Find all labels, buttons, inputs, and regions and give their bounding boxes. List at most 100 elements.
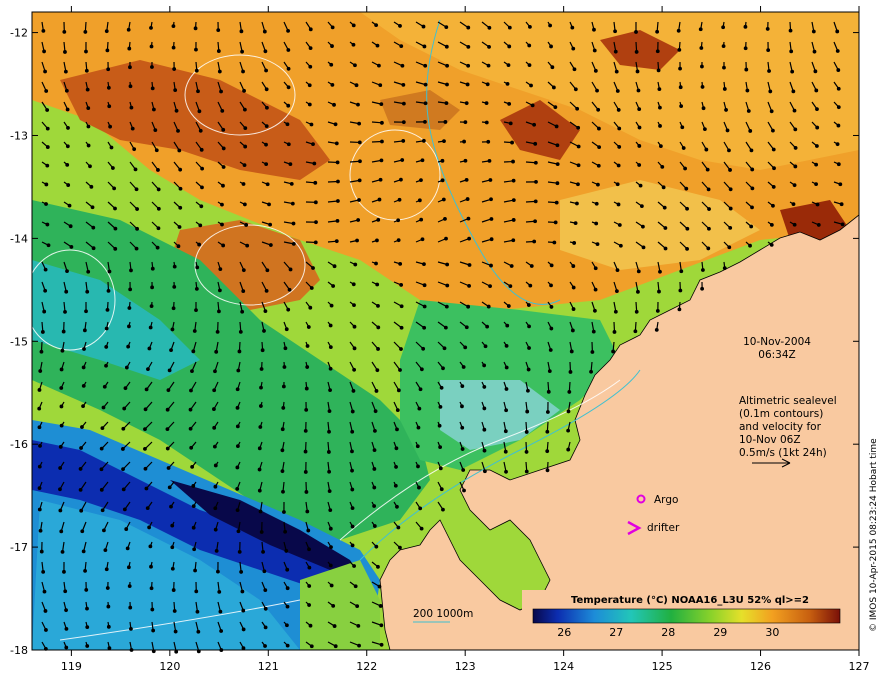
velocity-arrow-head (660, 164, 665, 169)
velocity-arrow-head (188, 407, 193, 412)
velocity-arrow-head (507, 25, 512, 30)
velocity-arrow-head (37, 507, 42, 512)
velocity-arrow-head (122, 406, 127, 411)
velocity-arrow-head (197, 109, 202, 114)
velocity-arrow-head (190, 369, 194, 374)
velocity-arrow-head (332, 624, 337, 628)
velocity-arrow-head (350, 429, 355, 434)
argo-label: Argo (654, 494, 678, 506)
velocity-arrow-head (81, 365, 86, 370)
velocity-arrow-head (395, 427, 399, 432)
velocity-arrow-head (281, 384, 286, 389)
velocity-arrow-head (443, 120, 448, 124)
velocity-arrow-head (286, 66, 291, 71)
velocity-arrow-head (327, 429, 331, 434)
velocity-arrow-head (189, 445, 194, 450)
velocity-arrow-head (423, 119, 427, 124)
velocity-arrow-head (311, 266, 315, 270)
velocity-arrow-head (65, 269, 69, 274)
velocity-arrow-head (545, 449, 550, 454)
velocity-arrow-head (440, 158, 445, 163)
velocity-arrow-head (199, 204, 204, 209)
velocity-arrow-head (38, 443, 42, 448)
velocity-arrow-head (171, 306, 176, 311)
velocity-arrow-head (170, 566, 175, 571)
velocity-arrow-head (728, 187, 733, 192)
velocity-arrow-head (305, 509, 310, 514)
velocity-arrow-head (504, 343, 509, 348)
velocity-arrow-head (81, 549, 86, 554)
velocity-arrow-head (191, 504, 196, 509)
velocity-arrow-head (420, 158, 425, 163)
velocity-arrow-head (286, 28, 290, 33)
velocity-arrow-head (554, 200, 559, 205)
velocity-arrow-head (530, 103, 535, 108)
velocity-arrow-head (100, 508, 105, 513)
velocity-arrow-head (489, 217, 494, 221)
velocity-arrow-head (257, 488, 262, 493)
velocity-arrow-head (169, 504, 173, 509)
velocity-arrow-head (375, 368, 380, 373)
velocity-arrow-head (63, 309, 67, 314)
velocity-arrow-head (78, 487, 83, 492)
velocity-arrow-head (593, 266, 598, 271)
velocity-arrow-head (307, 547, 311, 552)
velocity-arrow-head (287, 287, 292, 292)
velocity-arrow-head (313, 200, 318, 205)
velocity-arrow-head (242, 88, 246, 93)
velocity-arrow-head (399, 283, 404, 287)
velocity-arrow-head (43, 288, 48, 293)
velocity-arrow-head (194, 589, 199, 594)
velocity-arrow-head (307, 83, 312, 88)
velocity-arrow-head (99, 487, 104, 492)
velocity-arrow-head (748, 243, 752, 248)
velocity-arrow-head (106, 604, 111, 609)
velocity-arrow-head (355, 238, 359, 243)
velocity-arrow-head (216, 569, 220, 574)
velocity-arrow-head (144, 486, 149, 491)
velocity-arrow-head (379, 158, 384, 163)
velocity-arrow-head (265, 268, 270, 273)
velocity-arrow-head (106, 85, 111, 90)
velocity-arrow-head (595, 242, 600, 247)
velocity-arrow-head (350, 409, 355, 414)
velocity-arrow-head (400, 158, 405, 162)
velocity-arrow-head (702, 127, 707, 132)
velocity-arrow-head (356, 218, 361, 222)
velocity-arrow-head (350, 487, 355, 492)
velocity-arrow-head (235, 424, 240, 429)
velocity-arrow-head (396, 388, 401, 393)
velocity-arrow-head (357, 198, 361, 202)
velocity-arrow-head (792, 183, 797, 188)
velocity-arrow-head (398, 545, 402, 550)
velocity-arrow-head (443, 325, 448, 330)
velocity-arrow-head (727, 148, 731, 153)
velocity-arrow-head (357, 140, 362, 145)
velocity-arrow-head (303, 428, 308, 433)
velocity-arrow-head (121, 467, 125, 472)
velocity-arrow-head (263, 606, 268, 611)
velocity-arrow-head (615, 289, 619, 294)
velocity-arrow-head (61, 329, 66, 334)
velocity-arrow-head (150, 86, 155, 91)
velocity-arrow-head (466, 63, 471, 68)
velocity-arrow-head (658, 144, 663, 149)
velocity-arrow-head (572, 67, 577, 72)
velocity-arrow-head (235, 387, 240, 392)
velocity-arrow-head (679, 269, 684, 274)
velocity-arrow-head (198, 223, 203, 228)
velocity-arrow-head (701, 106, 706, 111)
velocity-arrow-head (527, 346, 531, 350)
velocity-arrow-head (39, 549, 44, 554)
velocity-arrow-head (45, 163, 50, 168)
velocity-arrow-head (372, 448, 377, 452)
velocity-arrow-head (241, 289, 246, 294)
velocity-arrow-head (149, 44, 154, 49)
velocity-arrow-head (657, 87, 662, 92)
velocity-arrow-head (350, 543, 355, 548)
velocity-arrow-head (728, 226, 733, 230)
velocity-arrow-head (835, 29, 840, 34)
velocity-arrow-head (592, 27, 596, 32)
velocity-arrow-head (417, 198, 422, 203)
velocity-arrow-head (662, 205, 667, 210)
